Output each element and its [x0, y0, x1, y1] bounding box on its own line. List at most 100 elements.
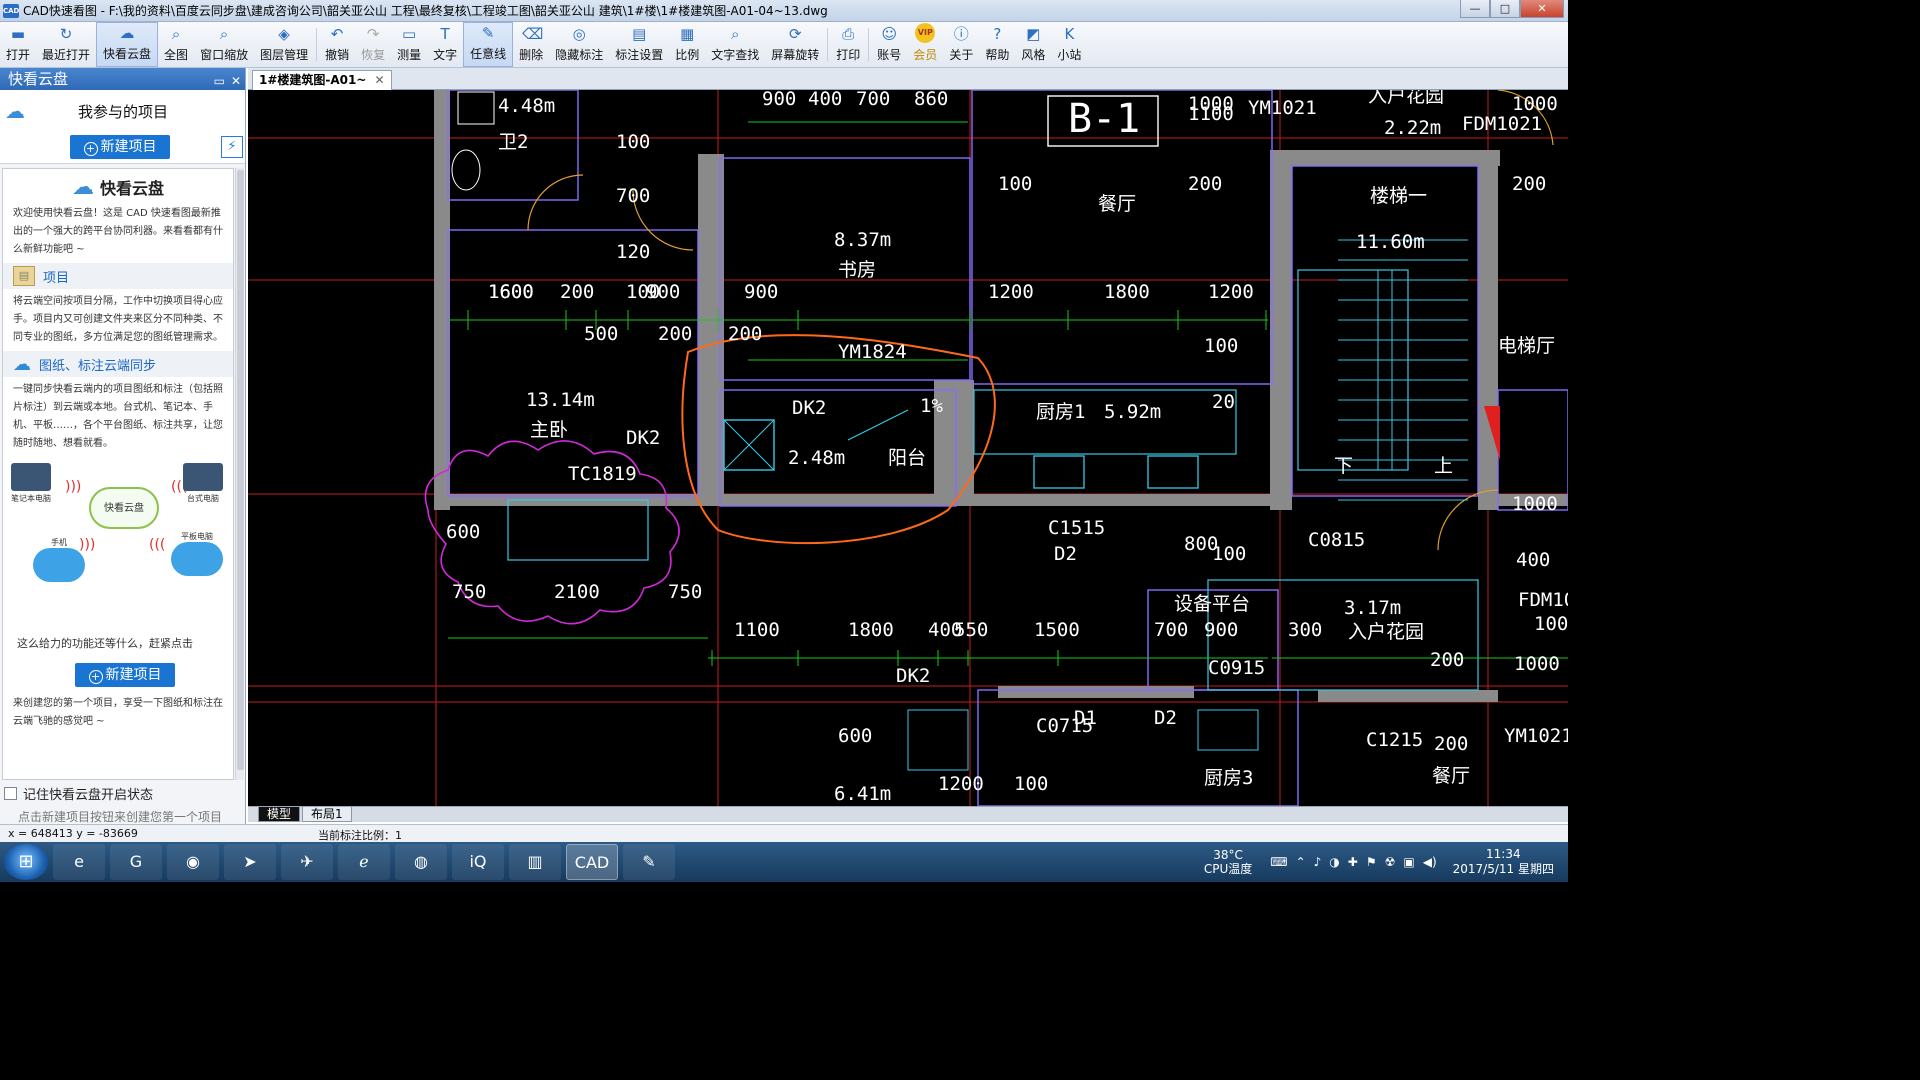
- print-button[interactable]: ⎙ 打印: [830, 22, 866, 67]
- cursor-coordinates: x = 648413 y = -83669: [8, 827, 138, 840]
- site-button[interactable]: K 小站: [1051, 22, 1087, 67]
- toilet-tank: [457, 91, 495, 125]
- window-zoom-button[interactable]: ⌕ 窗口缩放: [194, 22, 254, 67]
- title-bar: CAD CAD快速看图 - F:\我的资料\百度云同步盘\建成咨询公司\韶关亚公…: [0, 0, 1568, 22]
- vip-button[interactable]: VIP 会员: [907, 22, 943, 67]
- room-outline: [1291, 165, 1479, 497]
- messenger-icon[interactable]: ◉: [167, 844, 219, 880]
- tray-icon[interactable]: ▣: [1403, 855, 1414, 869]
- text-search-button[interactable]: ⌕ 文字查找: [705, 22, 765, 67]
- info-button[interactable]: ⓘ 关于: [943, 22, 979, 67]
- open-folder-icon: ▬: [10, 25, 26, 43]
- minimize-button[interactable]: —: [1460, 0, 1490, 18]
- cad-viewer-icon[interactable]: CAD: [566, 844, 618, 880]
- drawing-label: C1515: [1048, 517, 1105, 539]
- document-tab[interactable]: 1#楼建筑图-A01~ ✕: [252, 70, 392, 90]
- fit-view-button[interactable]: ⌕ 全图: [158, 22, 194, 67]
- tray-icon[interactable]: ☢: [1385, 855, 1396, 869]
- eraser-button[interactable]: ⌫ 删除: [513, 22, 549, 67]
- annotation-settings-button[interactable]: ▤ 标注设置: [609, 22, 669, 67]
- ie-blue-icon[interactable]: ℯ: [338, 844, 390, 880]
- close-button[interactable]: ✕: [1520, 0, 1564, 18]
- screen-rotate-button[interactable]: ⟳ 屏幕旋转: [765, 22, 825, 67]
- eraser-icon: ⌫: [522, 25, 544, 43]
- toolbar-label: 快看云盘: [103, 47, 152, 61]
- ie-icon[interactable]: e: [53, 844, 105, 880]
- toolbar-label: 标注设置: [615, 48, 664, 62]
- tray-icon[interactable]: ◀): [1423, 855, 1437, 869]
- drawing-label: 1000: [1188, 93, 1234, 115]
- layout-tab-model[interactable]: 模型: [258, 807, 301, 822]
- redo-button[interactable]: ↷ 恢复: [355, 22, 391, 67]
- app-icon: CAD: [3, 3, 19, 18]
- layers-button[interactable]: ◈ 图层管理: [254, 22, 314, 67]
- toolbar-label: 小站: [1057, 48, 1082, 62]
- panel-scrollbar[interactable]: [235, 168, 244, 780]
- drawing-label: 设备平台: [1174, 593, 1250, 615]
- tray-icon[interactable]: ⌨: [1270, 855, 1287, 869]
- panel-restore-icon[interactable]: ▭: [214, 70, 225, 92]
- cta-new-project-button[interactable]: + 新建项目: [75, 663, 175, 687]
- help-button[interactable]: ? 帮助: [979, 22, 1015, 67]
- account-button[interactable]: ☺ 账号: [871, 22, 907, 67]
- scale-button[interactable]: ▦ 比例: [669, 22, 705, 67]
- panel-hint: 点击新建项目按钮来创建您第一个项目: [18, 810, 223, 824]
- drawing-label: 2100: [554, 581, 600, 603]
- tablet-label: 平板电脑: [181, 532, 213, 541]
- undo-button[interactable]: ↶ 撤销: [319, 22, 355, 67]
- open-folder-button[interactable]: ▬ 打开: [0, 22, 36, 67]
- plus-icon: +: [83, 142, 98, 156]
- plane-icon[interactable]: ✈: [281, 844, 333, 880]
- explorer-icon[interactable]: ▥: [509, 844, 561, 880]
- drawing-label: TC1819: [568, 463, 637, 485]
- qq-browser-icon[interactable]: ◍: [395, 844, 447, 880]
- drawing-label: 餐厅: [1098, 193, 1136, 215]
- tray-icon[interactable]: ♪: [1314, 855, 1322, 869]
- drawing-label: 100: [998, 173, 1032, 195]
- tray-icon[interactable]: ⚑: [1366, 855, 1377, 869]
- paint-icon[interactable]: ✎: [623, 844, 675, 880]
- cpu-temperature: 38°C CPU温度: [1204, 848, 1252, 876]
- cyan-outline: [507, 499, 649, 561]
- clock[interactable]: 11:34 2017/5/11 星期四: [1453, 847, 1554, 877]
- layout-tab-layout1[interactable]: 布局1: [302, 807, 352, 822]
- sync-section-header: ☁ 图纸、标注云端同步: [3, 351, 233, 377]
- toolbar-label: 最近打开: [42, 48, 91, 62]
- drawing-canvas[interactable]: 4.48m 卫2 900 400 700 860 B-1 1100 1000 YM1021 1600…: [248, 90, 1568, 806]
- hide-annotation-button[interactable]: ◎ 隐藏标注: [549, 22, 609, 67]
- drawing-label: 20: [1212, 391, 1235, 413]
- freehand-line-button[interactable]: ✎ 任意线: [463, 22, 514, 67]
- scrollbar-thumb[interactable]: [237, 170, 244, 770]
- toolbar-label: 会员: [913, 48, 938, 62]
- recent-button[interactable]: ↻ 最近打开: [36, 22, 96, 67]
- layers-icon: ◈: [278, 25, 290, 43]
- drawing-label: YM1021: [1504, 725, 1568, 747]
- drawing-label: 900: [646, 281, 680, 303]
- drawing-label: 1100: [734, 619, 780, 641]
- browser-g-icon[interactable]: G: [110, 844, 162, 880]
- iqiyi-icon[interactable]: iQ: [452, 844, 504, 880]
- wall: [1270, 150, 1500, 166]
- tray-icon[interactable]: ◑: [1329, 855, 1339, 869]
- tab-close-icon[interactable]: ✕: [374, 71, 384, 90]
- text-button[interactable]: T 文字: [427, 22, 463, 67]
- style-button[interactable]: ◩ 风格: [1015, 22, 1051, 67]
- remember-state-row[interactable]: 记住快看云盘开启状态: [4, 784, 153, 803]
- maximize-button[interactable]: □: [1490, 0, 1520, 18]
- tray-icon[interactable]: ⌃: [1296, 855, 1306, 869]
- cloud-button[interactable]: ☁ 快看云盘: [96, 22, 159, 67]
- project-section-header: ▤ 项目: [3, 263, 233, 289]
- panel-close-icon[interactable]: ✕: [231, 70, 241, 92]
- tray-icon[interactable]: ✚: [1348, 855, 1358, 869]
- new-project-button[interactable]: + 新建项目: [70, 135, 170, 159]
- kitchen-sink: [1033, 455, 1085, 489]
- sync-button[interactable]: ⚡: [221, 136, 243, 158]
- bird-icon[interactable]: ➤: [224, 844, 276, 880]
- fixture: [1197, 709, 1259, 751]
- drawing-label: D1: [1074, 707, 1097, 729]
- remember-checkbox[interactable]: [4, 787, 17, 800]
- wall: [1270, 150, 1292, 510]
- toolbar-label: 撤销: [325, 48, 350, 62]
- measure-button[interactable]: ▭ 测量: [391, 22, 427, 67]
- start-button[interactable]: ⊞: [4, 844, 48, 880]
